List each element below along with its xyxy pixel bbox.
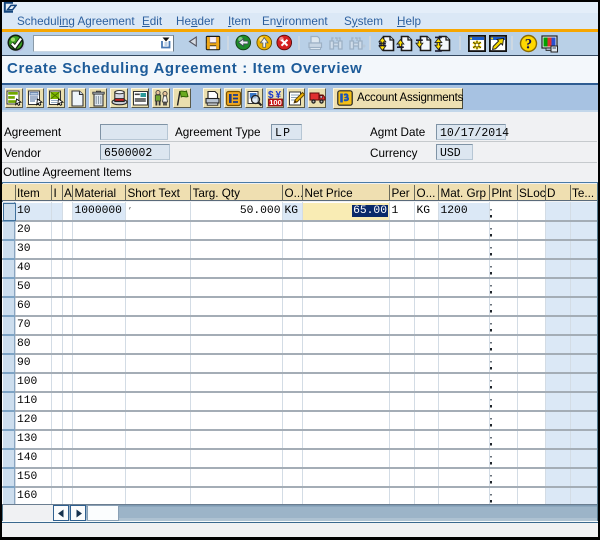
svg-text:?: ? (525, 37, 532, 53)
svg-text:100: 100 (269, 98, 282, 107)
